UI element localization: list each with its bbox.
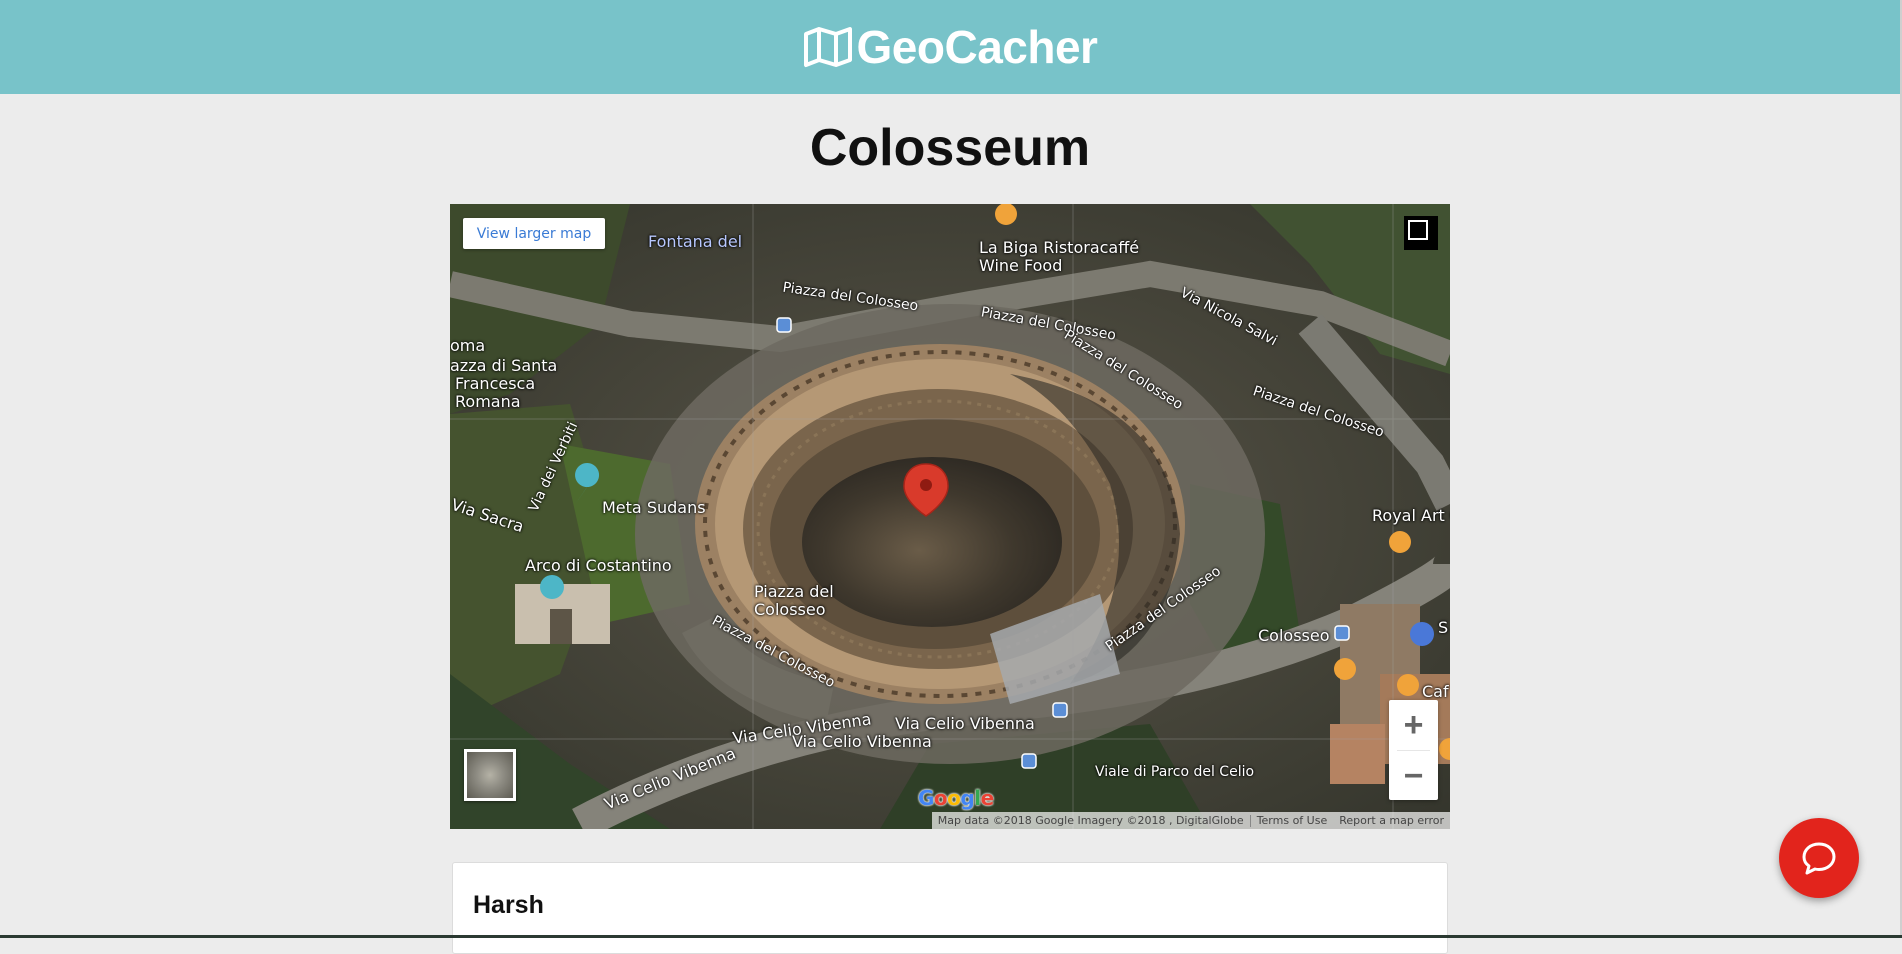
zoom-in-button[interactable]: +	[1389, 700, 1438, 750]
map-label: Romana	[455, 392, 521, 411]
satellite-imagery	[450, 204, 1450, 829]
chat-bubble-icon	[1802, 842, 1836, 875]
map-label: Piazza del	[754, 582, 834, 601]
shopping-pin-icon[interactable]	[1410, 622, 1434, 646]
brand-name: GeoCacher	[856, 21, 1098, 73]
poi-pin-icon[interactable]	[540, 575, 564, 599]
map-label: Caf	[1422, 682, 1449, 701]
map-data-credit: Map data ©2018 Google Imagery ©2018 , Di…	[937, 814, 1244, 827]
map-label: Wine Food	[979, 256, 1063, 275]
map-label: Viale di Parco del Celio	[1095, 764, 1255, 780]
map-label: Colosseo	[1258, 626, 1330, 645]
site-header: GeoCacher	[0, 0, 1900, 94]
map-type-toggle[interactable]	[464, 749, 516, 801]
google-logo-letter: G	[918, 786, 934, 810]
map-label: oma	[450, 336, 486, 355]
map-label: S	[1438, 618, 1449, 637]
map-label: azza di Santa	[450, 356, 558, 375]
google-logo-letter: o	[947, 786, 961, 810]
report-map-error-link[interactable]: Report a map error	[1333, 814, 1450, 827]
map-label: La Biga Ristoracaffé	[979, 238, 1140, 257]
fullscreen-button[interactable]	[1404, 216, 1438, 250]
comment-card: Harsh	[452, 862, 1448, 954]
terms-of-use-link[interactable]: Terms of Use	[1251, 814, 1334, 827]
google-logo-letter: e	[980, 786, 995, 810]
map-label: Via Celio Vibenna	[895, 714, 1035, 733]
folded-map-icon	[803, 27, 852, 67]
page-title: Colosseum	[809, 119, 1091, 177]
chat-button[interactable]	[1779, 818, 1859, 898]
map-label: Francesca	[455, 374, 536, 393]
embedded-map[interactable]: Fontana del La Biga Ristoracaffé Wine Fo…	[450, 204, 1450, 829]
map-label: Meta Sudans	[602, 498, 706, 517]
google-logo: Google	[918, 786, 994, 810]
google-logo-letter: o	[933, 786, 948, 810]
brand[interactable]: GeoCacher	[803, 20, 1098, 74]
map-attribution: Map data ©2018 Google Imagery ©2018 , Di…	[931, 812, 1450, 829]
zoom-out-button[interactable]: −	[1389, 751, 1438, 801]
google-logo-letter: g	[960, 786, 975, 810]
zoom-control: + −	[1389, 700, 1438, 800]
fullscreen-icon	[1408, 220, 1428, 240]
comment-author: Harsh	[473, 891, 544, 919]
view-larger-map-link[interactable]: View larger map	[463, 218, 605, 249]
map-label: Arco di Costantino	[525, 556, 672, 575]
map-label: Via Celio Vibenna	[792, 732, 932, 751]
map-label: Royal Art C	[1372, 506, 1450, 525]
map-label: Colosseo	[754, 600, 826, 619]
map-label: Fontana del	[648, 232, 743, 251]
